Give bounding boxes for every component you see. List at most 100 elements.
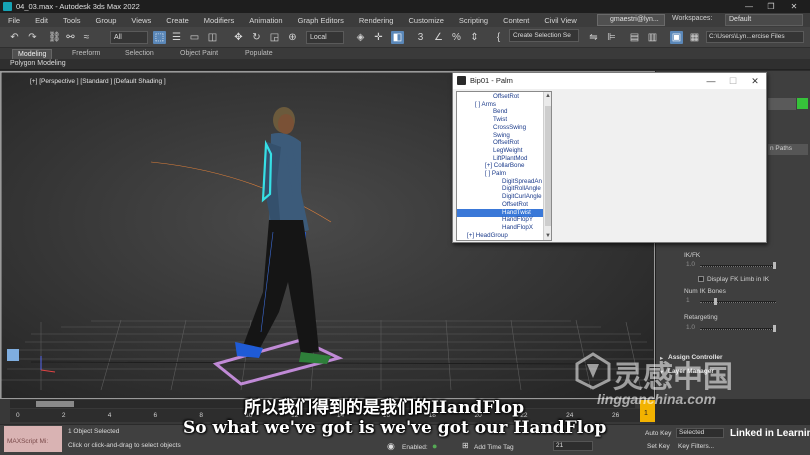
menu-group[interactable]: Group — [96, 16, 117, 25]
adaptive-degradation-label: Enabled: — [402, 444, 428, 451]
ikfk-slider[interactable] — [700, 265, 776, 267]
display-fk-checkbox[interactable] — [698, 276, 704, 282]
tab-modeling[interactable]: Modeling — [12, 49, 53, 59]
menu-customize[interactable]: Customize — [408, 16, 443, 25]
menu-create[interactable]: Create — [166, 16, 189, 25]
place-icon[interactable]: ⊕ — [286, 31, 299, 44]
selection-filter-dropdown[interactable]: All — [110, 31, 148, 44]
move-icon[interactable]: ✥ — [232, 31, 245, 44]
tab-populate[interactable]: Populate — [245, 49, 273, 59]
title-bar: 04_03.max - Autodesk 3ds Max 2022 — ❐ ✕ — [0, 0, 810, 13]
align-icon[interactable]: ⊫ — [605, 31, 618, 44]
scrollbar-thumb[interactable] — [545, 106, 551, 226]
snaps-toggle-icon[interactable]: 3 — [414, 31, 427, 44]
project-path-field[interactable]: C:\Users\Lyn...ercise Files — [706, 31, 804, 43]
paths-button[interactable]: n Paths — [768, 144, 808, 155]
tree-scrollbar[interactable]: ▲ ▼ — [543, 92, 551, 240]
timeline-tick-label: 6 — [153, 412, 158, 419]
key-filters-button[interactable]: Key Filters... — [678, 443, 714, 450]
menu-views[interactable]: Views — [131, 16, 151, 25]
rectangular-selection-icon[interactable]: ▭ — [188, 31, 201, 44]
select-manipulate-icon[interactable]: ✛ — [372, 31, 385, 44]
bind-space-warp-icon[interactable]: ≈ — [80, 31, 93, 44]
reference-coordinate-dropdown[interactable]: Local — [306, 31, 344, 44]
user-account-button[interactable]: gmaestri@lyn... — [597, 14, 665, 26]
viewcube-icon — [7, 349, 19, 361]
add-time-tag-label[interactable]: Add Time Tag — [474, 444, 514, 451]
menu-graph-editors[interactable]: Graph Editors — [298, 16, 344, 25]
unlink-icon[interactable]: ⚯ — [64, 31, 77, 44]
link-icon[interactable]: ⛓ — [48, 31, 61, 44]
workspaces-dropdown[interactable]: Default — [725, 14, 803, 26]
menu-scripting[interactable]: Scripting — [459, 16, 488, 25]
panel-button[interactable] — [768, 98, 796, 110]
select-by-name-icon[interactable]: ☰ — [170, 31, 183, 44]
time-tag-icon[interactable]: ⊞ — [462, 441, 469, 450]
tree-item[interactable]: [+] HeadGroup — [467, 232, 508, 240]
tree-item[interactable]: OffsetRot — [493, 93, 519, 101]
layer-explorer-icon[interactable]: ▥ — [646, 31, 659, 44]
subtitle-chinese: 所以我们得到的是我们的HandFlop — [244, 398, 525, 418]
num-ik-bones-slider[interactable] — [700, 301, 776, 303]
linkedin-learning-watermark: Linked in Learning — [730, 428, 810, 439]
close-button[interactable]: ✕ — [783, 0, 805, 13]
object-color-swatch[interactable] — [797, 98, 808, 109]
dialog-maximize-button[interactable]: ☐ — [722, 73, 744, 89]
isolate-icon[interactable]: ◉ — [387, 441, 395, 452]
rotate-icon[interactable]: ↻ — [250, 31, 263, 44]
keyboard-shortcut-override-icon[interactable]: ◧ — [391, 31, 404, 44]
retargeting-knob[interactable] — [773, 325, 776, 332]
dialog-close-button[interactable]: ✕ — [744, 73, 766, 89]
percent-snap-icon[interactable]: % — [450, 31, 463, 44]
scene-explorer-icon[interactable]: ▤ — [628, 31, 641, 44]
auto-key-button[interactable]: Auto Key — [645, 430, 671, 437]
enabled-toggle-icon[interactable]: ● — [432, 441, 437, 451]
scale-icon[interactable]: ◲ — [268, 31, 281, 44]
redo-icon[interactable]: ↷ — [26, 31, 39, 44]
selection-set-dropdown[interactable]: Create Selection Se — [509, 29, 579, 42]
edit-named-selections-icon[interactable]: { — [492, 31, 505, 44]
set-key-button[interactable]: Set Key — [647, 443, 670, 450]
workspaces-label: Workspaces: — [672, 15, 713, 22]
viewport-label[interactable]: [+] [Perspective ] [Standard ] [Default … — [30, 78, 166, 85]
angle-snap-icon[interactable]: ∠ — [432, 31, 445, 44]
retargeting-value: 1.0 — [686, 324, 696, 331]
scroll-up-icon[interactable]: ▲ — [544, 92, 551, 100]
retargeting-label: Retargeting — [684, 314, 718, 321]
scroll-down-icon[interactable]: ▼ — [544, 232, 551, 240]
menu-modifiers[interactable]: Modifiers — [204, 16, 234, 25]
menu-content[interactable]: Content — [503, 16, 529, 25]
current-frame-field[interactable]: 21 — [553, 441, 593, 451]
render-setup-icon[interactable]: ▣ — [670, 31, 683, 44]
dialog-minimize-button[interactable]: — — [700, 73, 722, 89]
restore-button[interactable]: ❐ — [760, 0, 782, 13]
key-set-dropdown[interactable]: Selected — [676, 428, 724, 438]
render-frame-icon[interactable]: ▦ — [688, 31, 701, 44]
tab-selection[interactable]: Selection — [125, 49, 154, 59]
menu-civil-view[interactable]: Civil View — [544, 16, 576, 25]
timeline-tick-label: 0 — [16, 412, 20, 419]
num-ik-bones-knob[interactable] — [714, 298, 717, 305]
tab-object-paint[interactable]: Object Paint — [180, 49, 218, 59]
pivot-center-icon[interactable]: ◈ — [354, 31, 367, 44]
time-slider-thumb[interactable] — [36, 401, 74, 407]
minimize-button[interactable]: — — [738, 0, 760, 13]
select-object-icon[interactable]: ⬚ — [153, 31, 166, 44]
mirror-icon[interactable]: ⇋ — [587, 31, 600, 44]
menu-edit[interactable]: Edit — [35, 16, 48, 25]
menu-file[interactable]: File — [8, 16, 20, 25]
display-fk-label: Display FK Limb in IK — [707, 276, 770, 283]
window-crossing-icon[interactable]: ◫ — [206, 31, 219, 44]
retargeting-slider[interactable] — [700, 328, 776, 330]
tab-freeform[interactable]: Freeform — [72, 49, 100, 59]
menu-tools[interactable]: Tools — [63, 16, 81, 25]
num-ik-bones-label: Num IK Bones — [684, 288, 726, 295]
controller-tree[interactable]: OffsetRot[ ] Arms Bend Twist CrossSwing Swin… — [456, 91, 552, 241]
menu-rendering[interactable]: Rendering — [359, 16, 394, 25]
spinner-snap-icon[interactable]: ⇕ — [468, 31, 481, 44]
polygon-modeling-tab[interactable]: Polygon Modeling — [10, 60, 66, 67]
menu-animation[interactable]: Animation — [249, 16, 282, 25]
undo-icon[interactable]: ↶ — [8, 31, 21, 44]
dialog-title-bar[interactable]: Bip01 - Palm — ☐ ✕ — [453, 73, 766, 89]
ikfk-slider-knob[interactable] — [773, 262, 776, 269]
